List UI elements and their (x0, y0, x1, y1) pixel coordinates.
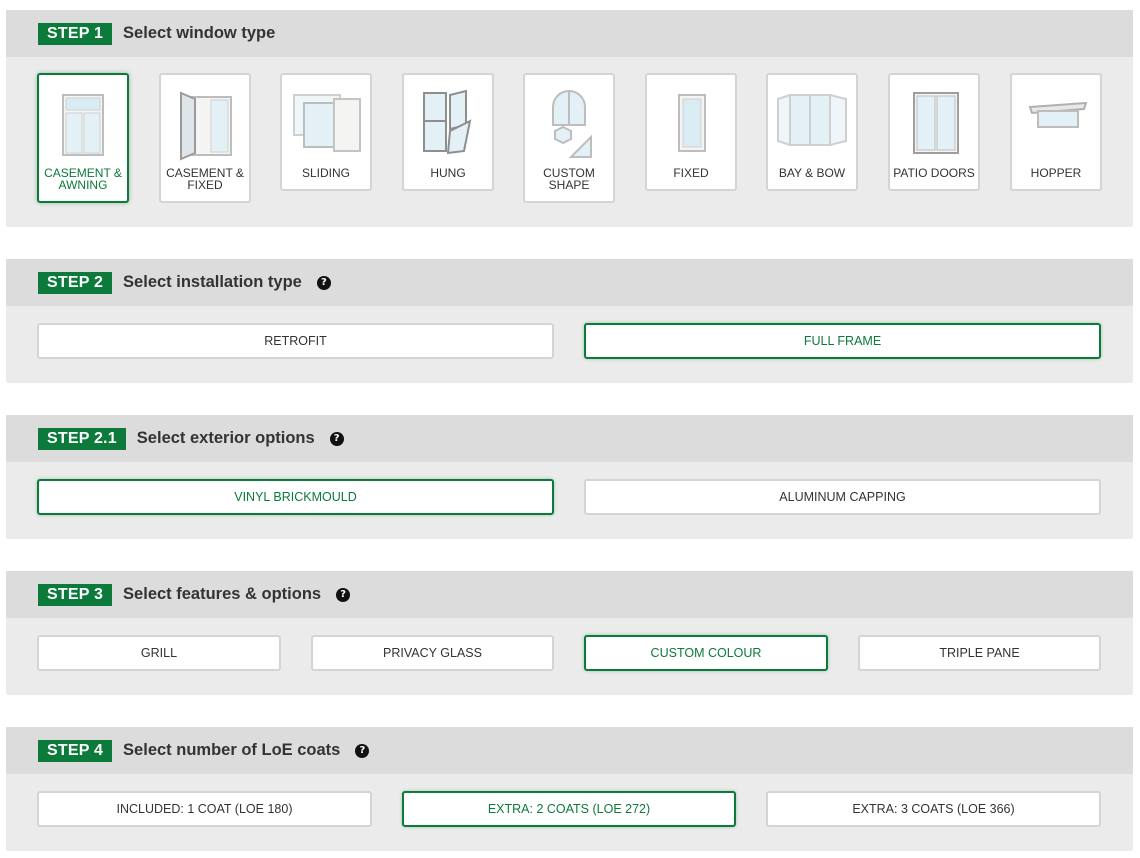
bay-bow-window-icon (777, 93, 847, 147)
step-2-1-header: STEP 2.1 Select exterior options ? (6, 415, 1133, 462)
fixed-window-icon (678, 94, 706, 152)
step-badge: STEP 1 (38, 22, 113, 45)
window-type-label: CASEMENT & FIXED (166, 166, 244, 192)
triple-pane-option[interactable]: TRIPLE PANE (858, 635, 1101, 671)
step-1-section: STEP 1 Select window type CASEMENT & AWNI… (6, 10, 1133, 227)
step-2-1-section: STEP 2.1 Select exterior options ? VINYL… (6, 415, 1133, 539)
loe-3-coats-option[interactable]: EXTRA: 3 COATS (LOE 366) (766, 791, 1101, 827)
window-type-label: FIXED (673, 166, 709, 180)
grill-option[interactable]: GRILL (37, 635, 281, 671)
casement-fixed-window-icon (180, 91, 232, 161)
window-type-label: BAY & BOW (778, 166, 846, 180)
window-type-label: CUSTOM SHAPE (543, 166, 595, 192)
window-type-sliding[interactable]: SLIDING (280, 73, 372, 191)
step-2-header: STEP 2 Select installation type ? (6, 259, 1133, 306)
window-type-hopper[interactable]: HOPPER (1010, 73, 1102, 191)
aluminum-capping-option[interactable]: ALUMINUM CAPPING (584, 479, 1101, 515)
casement-awning-window-icon (62, 94, 104, 156)
retrofit-option[interactable]: RETROFIT (37, 323, 554, 359)
question-circle-icon[interactable]: ? (329, 431, 344, 446)
step-badge: STEP 3 (38, 583, 113, 606)
window-type-patio-doors[interactable]: PATIO DOORS (888, 73, 980, 191)
step-badge: STEP 2 (38, 271, 113, 294)
step-4-section: STEP 4 Select number of LoE coats ? INCL… (6, 727, 1133, 851)
full-frame-option[interactable]: FULL FRAME (584, 323, 1101, 359)
vinyl-brickmould-option[interactable]: VINYL BRICKMOULD (37, 479, 554, 515)
step-badge: STEP 4 (38, 739, 113, 762)
window-type-casement-fixed[interactable]: CASEMENT & FIXED (159, 73, 251, 203)
window-type-fixed[interactable]: FIXED (645, 73, 737, 191)
step-2-section: STEP 2 Select installation type ? RETROF… (6, 259, 1133, 383)
loe-1-coat-option[interactable]: INCLUDED: 1 COAT (LOE 180) (37, 791, 372, 827)
privacy-glass-option[interactable]: PRIVACY GLASS (311, 635, 554, 671)
custom-colour-option[interactable]: CUSTOM COLOUR (584, 635, 828, 671)
custom-shape-window-icon (552, 90, 592, 158)
hung-window-icon (423, 89, 472, 155)
question-circle-icon[interactable]: ? (355, 743, 370, 758)
window-type-label: HUNG (430, 166, 466, 180)
patio-door-icon (913, 92, 959, 154)
step-title: Select number of LoE coats (123, 741, 341, 759)
step-title: Select features & options (123, 585, 322, 603)
window-type-label: PATIO DOORS (893, 166, 975, 180)
window-type-bay-bow[interactable]: BAY & BOW (766, 73, 858, 191)
question-circle-icon[interactable]: ? (316, 275, 331, 290)
step-title: Select exterior options (136, 429, 315, 447)
step-title: Select window type (123, 24, 276, 42)
window-type-casement-awning[interactable]: CASEMENT & AWNING (37, 73, 129, 203)
window-type-hung[interactable]: HUNG (402, 73, 494, 191)
window-type-label: CASEMENT & AWNING (44, 166, 122, 192)
window-type-label: SLIDING (301, 166, 350, 180)
question-circle-icon[interactable]: ? (336, 587, 351, 602)
step-badge: STEP 2.1 (38, 427, 126, 450)
step-4-header: STEP 4 Select number of LoE coats ? (6, 727, 1133, 774)
step-3-header: STEP 3 Select features & options ? (6, 571, 1133, 618)
loe-2-coats-option[interactable]: EXTRA: 2 COATS (LOE 272) (402, 791, 736, 827)
window-type-label: HOPPER (1030, 166, 1082, 180)
step-1-header: STEP 1 Select window type (6, 10, 1133, 57)
window-type-custom-shape[interactable]: CUSTOM SHAPE (523, 73, 615, 203)
hopper-window-icon (1028, 101, 1088, 128)
step-title: Select installation type (123, 273, 302, 291)
sliding-window-icon (293, 94, 361, 152)
step-3-section: STEP 3 Select features & options ? GRILL… (6, 571, 1133, 695)
